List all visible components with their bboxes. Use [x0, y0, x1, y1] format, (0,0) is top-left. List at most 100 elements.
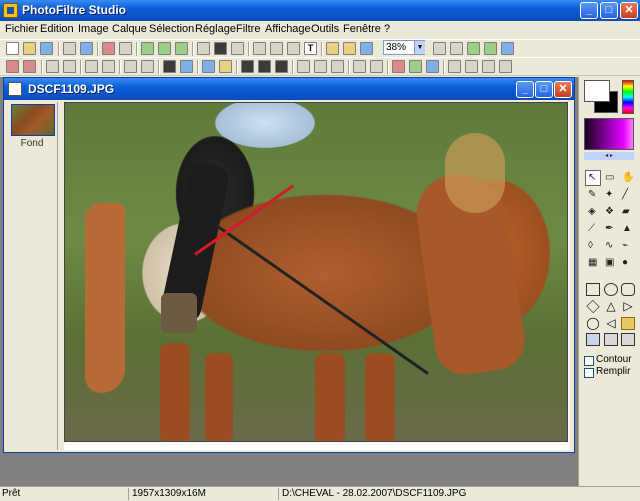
filter-24-icon[interactable]: [448, 60, 461, 73]
brush-icon[interactable]: ⟋: [585, 221, 601, 237]
paste-new-icon[interactable]: [175, 42, 188, 55]
filter-3-icon[interactable]: [46, 60, 59, 73]
option-2-icon[interactable]: [604, 333, 618, 346]
zoom-actual-icon[interactable]: [467, 42, 480, 55]
document-window[interactable]: DSCF1109.JPG _ □ ✕ Fond: [3, 77, 575, 453]
text-tool-icon[interactable]: T: [304, 42, 317, 55]
color-palette[interactable]: [584, 118, 634, 150]
filter-5-icon[interactable]: [85, 60, 98, 73]
stamp-icon[interactable]: ▲: [619, 221, 635, 237]
filter-13-icon[interactable]: [241, 60, 254, 73]
pattern-icon[interactable]: ▦: [585, 255, 601, 271]
plugin-icon[interactable]: [343, 42, 356, 55]
document-title-bar[interactable]: DSCF1109.JPG _ □ ✕: [4, 78, 574, 100]
eraser-icon[interactable]: ▰: [619, 204, 635, 220]
filter-23-icon[interactable]: [426, 60, 439, 73]
triangle-shape-icon[interactable]: △: [604, 300, 618, 313]
drop-icon[interactable]: ◊: [585, 238, 601, 254]
portrait-icon[interactable]: ▣: [602, 255, 618, 271]
grayscale-icon[interactable]: [197, 42, 210, 55]
filter-14-icon[interactable]: [258, 60, 271, 73]
selection-rect-icon[interactable]: ▭: [602, 170, 618, 186]
transparency-icon[interactable]: [231, 42, 244, 55]
menu-fichier[interactable]: Fichier: [5, 23, 38, 35]
undo-icon[interactable]: [102, 42, 115, 55]
option-1-icon[interactable]: [586, 333, 600, 346]
menu-reglage[interactable]: Réglage: [195, 23, 236, 35]
menu-edition[interactable]: Edition: [40, 23, 74, 35]
filter-9-icon[interactable]: [163, 60, 176, 73]
zoom-out-icon[interactable]: [450, 42, 463, 55]
line-icon[interactable]: ╱: [619, 187, 635, 203]
clone-icon[interactable]: ⌁: [619, 238, 635, 254]
filter-4-icon[interactable]: [63, 60, 76, 73]
print-icon[interactable]: [63, 42, 76, 55]
fullscreen-icon[interactable]: [501, 42, 514, 55]
rectangle-shape-icon[interactable]: [586, 283, 600, 296]
menu-fenetre[interactable]: Fenêtre: [343, 23, 381, 35]
contrast-icon[interactable]: [214, 42, 227, 55]
doc-maximize-button[interactable]: □: [535, 81, 553, 98]
color-spectrum[interactable]: [622, 80, 634, 114]
filter-21-icon[interactable]: [392, 60, 405, 73]
spray-icon[interactable]: ❖: [602, 204, 618, 220]
option-3-icon[interactable]: [621, 333, 635, 346]
automate-icon[interactable]: [326, 42, 339, 55]
filter-6-icon[interactable]: [102, 60, 115, 73]
menu-help[interactable]: ?: [384, 23, 390, 35]
app-title-bar[interactable]: PhotoFiltre Studio _ □ ✕: [0, 0, 640, 21]
filter-11-icon[interactable]: [202, 60, 215, 73]
image-size-icon[interactable]: [270, 42, 283, 55]
remplir-checkbox[interactable]: [584, 368, 594, 378]
ellipse-shape-icon[interactable]: [604, 283, 618, 296]
duplicate-icon[interactable]: [253, 42, 266, 55]
filter-26-icon[interactable]: [482, 60, 495, 73]
hand-icon[interactable]: ✋: [619, 170, 635, 186]
menu-outils[interactable]: Outils: [311, 23, 339, 35]
rounded-rect-shape-icon[interactable]: [621, 283, 635, 296]
filter-17-icon[interactable]: [314, 60, 327, 73]
filter-22-icon[interactable]: [409, 60, 422, 73]
filter-16-icon[interactable]: [297, 60, 310, 73]
filter-8-icon[interactable]: [141, 60, 154, 73]
filter-25-icon[interactable]: [465, 60, 478, 73]
smudge-icon[interactable]: ∿: [602, 238, 618, 254]
filter-20-icon[interactable]: [370, 60, 383, 73]
open-file-icon[interactable]: [23, 42, 36, 55]
menu-filtre[interactable]: Filtre: [236, 23, 260, 35]
copy-icon[interactable]: [141, 42, 154, 55]
doc-close-button[interactable]: ✕: [554, 81, 572, 98]
zoom-fit-icon[interactable]: [484, 42, 497, 55]
doc-minimize-button[interactable]: _: [516, 81, 534, 98]
layer-thumbnail[interactable]: [11, 104, 55, 136]
filter-10-icon[interactable]: [180, 60, 193, 73]
maximize-button[interactable]: □: [600, 2, 618, 19]
filter-1-icon[interactable]: [6, 60, 19, 73]
filter-18-icon[interactable]: [331, 60, 344, 73]
menu-affichage[interactable]: Affichage: [265, 23, 311, 35]
close-button[interactable]: ✕: [620, 2, 638, 19]
explorer-icon[interactable]: [360, 42, 373, 55]
arrow-left-shape-icon[interactable]: ◁: [604, 317, 618, 330]
filter-12-icon[interactable]: [219, 60, 232, 73]
eyedropper-icon[interactable]: ✎: [585, 187, 601, 203]
palette-scroll-arrows-icon[interactable]: ◂ ▸: [584, 152, 634, 160]
selection-arrow-icon[interactable]: ↖: [585, 170, 601, 186]
menu-calque[interactable]: Calque: [112, 23, 147, 35]
redo-icon[interactable]: [119, 42, 132, 55]
zoom-dropdown-arrow-icon[interactable]: ▼: [414, 41, 425, 54]
strawberry-icon[interactable]: ●: [619, 255, 635, 271]
contour-checkbox[interactable]: [584, 356, 594, 366]
folder-shape-icon[interactable]: [621, 317, 635, 330]
crop-icon[interactable]: [287, 42, 300, 55]
photo-canvas[interactable]: [64, 102, 568, 442]
minimize-button[interactable]: _: [580, 2, 598, 19]
filter-15-icon[interactable]: [275, 60, 288, 73]
filter-27-icon[interactable]: [499, 60, 512, 73]
pen-icon[interactable]: ✒: [602, 221, 618, 237]
zoom-in-icon[interactable]: [433, 42, 446, 55]
lasso-shape-icon[interactable]: ◯: [586, 317, 600, 330]
fill-bucket-icon[interactable]: ◈: [585, 204, 601, 220]
menu-image[interactable]: Image: [78, 23, 109, 35]
new-file-icon[interactable]: [6, 42, 19, 55]
